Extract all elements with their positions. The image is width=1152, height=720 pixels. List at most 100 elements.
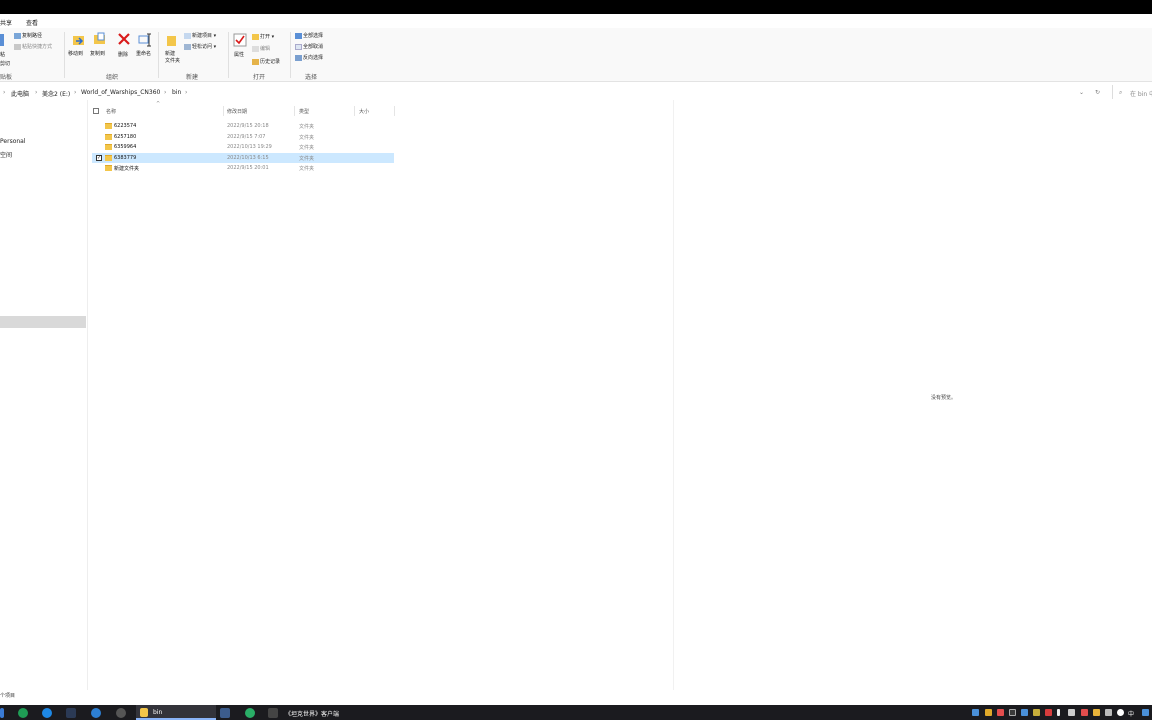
- file-row[interactable]: 6359964 2022/10/13 19:29 文件夹: [92, 142, 394, 152]
- tray-icon[interactable]: [1117, 709, 1124, 716]
- select-all-checkbox[interactable]: [93, 108, 99, 114]
- nav-item-personal[interactable]: Personal: [0, 138, 26, 145]
- select-all-icon: [295, 32, 302, 39]
- launcher-icon[interactable]: [116, 708, 126, 718]
- paste-button-fragment[interactable]: 粘: [0, 51, 5, 58]
- column-date[interactable]: 修改日期: [227, 108, 247, 115]
- edge-browser-icon[interactable]: [42, 708, 52, 718]
- invert-selection-button[interactable]: 反向选择: [295, 54, 323, 61]
- column-type[interactable]: 类型: [299, 108, 309, 115]
- steam-icon[interactable]: [66, 708, 76, 718]
- wechat-icon[interactable]: [245, 708, 255, 718]
- tray-icon[interactable]: [1093, 709, 1100, 716]
- game-client-icon[interactable]: [268, 708, 278, 718]
- shield-icon[interactable]: [997, 709, 1004, 716]
- tab-view[interactable]: 查看: [26, 18, 38, 27]
- file-type: 文件夹: [299, 124, 315, 130]
- new-folder-button[interactable]: 新建 文件夹: [165, 50, 180, 64]
- breadcrumb-drive[interactable]: 美念2 (E:): [42, 89, 70, 98]
- volume-icon[interactable]: [1068, 709, 1075, 716]
- new-item-button[interactable]: 新建项目 ▾: [184, 32, 216, 39]
- file-name: 新建文件夹: [114, 166, 140, 172]
- row-checkbox[interactable]: ✓: [96, 154, 102, 161]
- xbox-icon[interactable]: [18, 708, 28, 718]
- title-bar: [0, 0, 1152, 14]
- nav-item-space[interactable]: 空间: [0, 150, 12, 159]
- copy-path-icon: [14, 32, 21, 39]
- easy-access-button[interactable]: 轻松访问 ▾: [184, 43, 216, 50]
- app-icon[interactable]: [91, 708, 101, 718]
- new-group-label: 新建: [186, 74, 199, 81]
- sort-caret-icon: ^: [156, 101, 161, 107]
- column-divider[interactable]: [294, 106, 295, 116]
- file-name: 6383779: [114, 154, 137, 161]
- select-none-icon: [295, 43, 302, 50]
- select-all-button[interactable]: 全部选择: [295, 32, 323, 39]
- edit-button[interactable]: 编辑: [252, 45, 270, 52]
- column-divider[interactable]: [223, 106, 224, 116]
- start-icon[interactable]: [0, 708, 4, 718]
- cut-button[interactable]: 剪切: [0, 60, 10, 67]
- ribbon-tabs: 共享 查看: [0, 14, 1152, 28]
- tray-icon[interactable]: [1021, 709, 1028, 716]
- file-date: 2022/9/15 7:07: [227, 133, 266, 140]
- tray-icon[interactable]: [985, 709, 992, 716]
- folder-icon: [105, 144, 112, 150]
- rename-button[interactable]: 重命名: [136, 50, 151, 57]
- window-icon[interactable]: [220, 708, 230, 718]
- game-client-label[interactable]: 《坦克世界》客户端: [285, 709, 339, 718]
- tray-icon[interactable]: [972, 709, 979, 716]
- microphone-icon[interactable]: [1057, 709, 1060, 716]
- breadcrumb-bin[interactable]: bin: [172, 89, 181, 96]
- search-box[interactable]: ⌕ 在 bin 中: [1112, 85, 1152, 99]
- clipboard-group-label: 贴板: [0, 74, 13, 81]
- taskbar-explorer-button[interactable]: bin: [136, 705, 216, 720]
- tray-icon[interactable]: [1045, 709, 1052, 716]
- open-icon: [252, 33, 259, 40]
- move-to-icon: [72, 33, 86, 47]
- file-row[interactable]: ✓ 6383779 2022/10/13 6:15 文件夹: [92, 152, 394, 163]
- copy-to-icon: [93, 32, 107, 46]
- history-button[interactable]: 历史记录: [252, 58, 280, 65]
- address-bar[interactable]: › 此电脑 › 美念2 (E:) › World_of_Warships_CN3…: [0, 84, 1152, 100]
- ribbon-divider: [158, 32, 159, 78]
- easy-access-icon: [184, 43, 191, 50]
- paste-shortcut-icon: [14, 43, 21, 50]
- column-name[interactable]: 名称: [106, 108, 116, 115]
- open-button[interactable]: 打开 ▾: [252, 33, 274, 40]
- taskbar: bin 《坦克世界》客户端 中: [0, 705, 1152, 720]
- breadcrumb-game-folder[interactable]: World_of_Warships_CN360: [81, 89, 160, 96]
- tab-share[interactable]: 共享: [0, 18, 12, 27]
- file-row[interactable]: 新建文件夹 2022/9/15 20:01 文件夹: [92, 163, 394, 173]
- file-row[interactable]: 6257180 2022/9/15 7:07 文件夹: [92, 132, 394, 142]
- notification-icon[interactable]: [1142, 709, 1149, 716]
- tray-icon[interactable]: [1033, 709, 1040, 716]
- delete-icon: [117, 32, 131, 46]
- file-type: 文件夹: [299, 145, 315, 151]
- properties-button[interactable]: 属性: [234, 51, 244, 58]
- column-divider[interactable]: [354, 106, 355, 116]
- column-divider[interactable]: [394, 106, 395, 116]
- nav-item-highlighted[interactable]: [0, 316, 86, 328]
- tray-icon[interactable]: [1081, 709, 1088, 716]
- history-icon: [252, 58, 259, 65]
- pin-icon[interactable]: [0, 34, 4, 48]
- column-size[interactable]: 大小: [359, 108, 369, 115]
- copy-to-button[interactable]: 复制到: [90, 50, 105, 57]
- select-group-label: 选择: [305, 74, 318, 81]
- rename-icon: [138, 33, 152, 47]
- ime-indicator[interactable]: 中: [1128, 709, 1134, 718]
- chevron-down-icon[interactable]: ⌄: [1079, 89, 1084, 96]
- delete-button[interactable]: 删除: [118, 51, 128, 58]
- properties-icon: [233, 33, 247, 47]
- folder-icon: [105, 123, 112, 129]
- paste-shortcut-button[interactable]: 粘贴快捷方式: [14, 43, 52, 50]
- copy-path-button[interactable]: 复制路径: [14, 32, 42, 39]
- file-row[interactable]: 6223574 2022/9/15 20:18 文件夹: [92, 121, 394, 131]
- refresh-icon[interactable]: ↻: [1095, 89, 1100, 96]
- select-none-button[interactable]: 全部取消: [295, 43, 323, 50]
- move-to-button[interactable]: 移动到: [68, 50, 83, 57]
- tray-icon[interactable]: [1009, 709, 1016, 716]
- breadcrumb-this-pc[interactable]: 此电脑: [11, 89, 29, 98]
- tray-icon[interactable]: [1105, 709, 1112, 716]
